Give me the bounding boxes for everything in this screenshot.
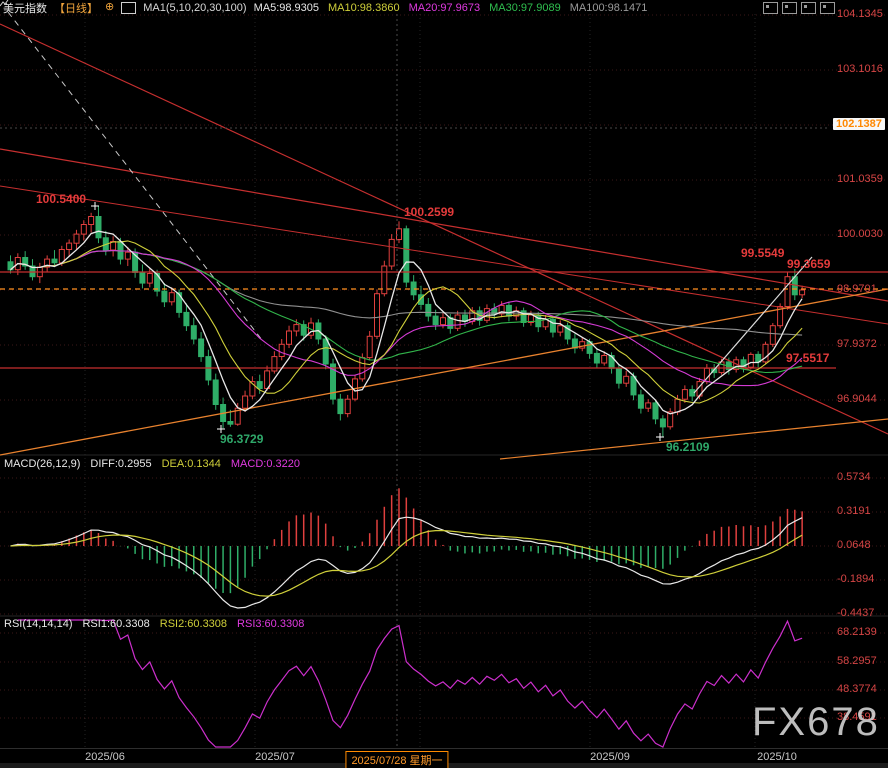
rsi-name: RSI(14,14,14) <box>4 618 72 630</box>
axis-value: 68.2139 <box>837 626 877 638</box>
price-annotation: 100.5400 <box>36 192 86 206</box>
price-annotation: 99.3659 <box>787 257 830 271</box>
rsi1-value: RSI1:60.3308 <box>82 618 149 630</box>
macd-diff-value: DIFF:0.2955 <box>90 458 151 470</box>
ma100-legend: MA100:98.1471 <box>570 2 648 14</box>
axis-value: 0.0648 <box>837 539 871 551</box>
ma20-legend: MA20:97.9673 <box>409 2 481 14</box>
page-title: 美元指数 <box>3 0 47 16</box>
macd-value: MACD:0.3220 <box>231 458 300 470</box>
axis-value: 0.5734 <box>837 471 871 483</box>
axis-value: -0.1894 <box>837 573 874 585</box>
axis-value: 101.0359 <box>837 173 883 185</box>
price-annotation: 100.2599 <box>404 205 454 219</box>
date-label: 2025/06 <box>85 751 125 763</box>
price-annotation: 99.5549 <box>741 246 784 260</box>
layout-icon-3[interactable] <box>801 2 816 14</box>
chart-canvas[interactable] <box>0 0 888 768</box>
axis-value: 58.2957 <box>837 655 877 667</box>
window-layout-icons <box>763 2 835 14</box>
rsi2-value: RSI2:60.3308 <box>160 618 227 630</box>
axis-value: -0.4437 <box>837 607 874 619</box>
ma-settings-label[interactable]: MA1(5,10,20,30,100) <box>143 2 246 14</box>
ma5-legend: MA5:98.9305 <box>254 2 319 14</box>
ma30-legend: MA30:97.9089 <box>489 2 561 14</box>
date-axis: 2025/062025/072025/07/28 星期一2025/092025/… <box>0 748 888 764</box>
axis-value: 103.1016 <box>837 63 883 75</box>
macd-dea-value: DEA:0.1344 <box>162 458 221 470</box>
chart-app: 美元指数 【日线】 ⊕ MA1(5,10,20,30,100) MA5:98.9… <box>0 0 888 768</box>
macd-legend: MACD(26,12,9) DIFF:0.2955 DEA:0.1344 MAC… <box>4 458 300 470</box>
date-label-highlighted: 2025/07/28 星期一 <box>345 751 448 768</box>
rsi3-value: RSI3:60.3308 <box>237 618 304 630</box>
date-label: 2025/10 <box>757 751 797 763</box>
rsi-legend: RSI(14,14,14) RSI1:60.3308 RSI2:60.3308 … <box>4 618 304 630</box>
price-annotation: 96.2109 <box>666 440 709 454</box>
ma10-legend: MA10:98.3860 <box>328 2 400 14</box>
axis-value: 96.9044 <box>837 393 877 405</box>
layout-icon-1[interactable] <box>763 2 778 14</box>
axis-value: 100.0030 <box>837 228 883 240</box>
chart-type-icon[interactable] <box>121 2 136 14</box>
price-annotation: 97.5517 <box>786 351 829 365</box>
axis-value: 98.9701 <box>837 283 877 295</box>
axis-value: 0.3191 <box>837 505 871 517</box>
period-label[interactable]: 【日线】 <box>54 0 98 16</box>
layout-icon-2[interactable] <box>782 2 797 14</box>
macd-name: MACD(26,12,9) <box>4 458 80 470</box>
price-annotation: 96.3729 <box>220 432 263 446</box>
date-label: 2025/07 <box>255 751 295 763</box>
add-icon[interactable]: ⊕ <box>105 2 114 13</box>
watermark: FX678 <box>752 700 880 745</box>
axis-value-highlighted: 102.1387 <box>833 118 885 130</box>
chart-header: 美元指数 【日线】 ⊕ MA1(5,10,20,30,100) MA5:98.9… <box>0 0 888 15</box>
axis-value: 48.3774 <box>837 683 877 695</box>
date-label: 2025/09 <box>590 751 630 763</box>
layout-icon-4[interactable] <box>820 2 835 14</box>
axis-value: 97.9372 <box>837 338 877 350</box>
ma-legend: MA5:98.9305 MA10:98.3860 MA20:97.9673 MA30:… <box>254 2 648 14</box>
